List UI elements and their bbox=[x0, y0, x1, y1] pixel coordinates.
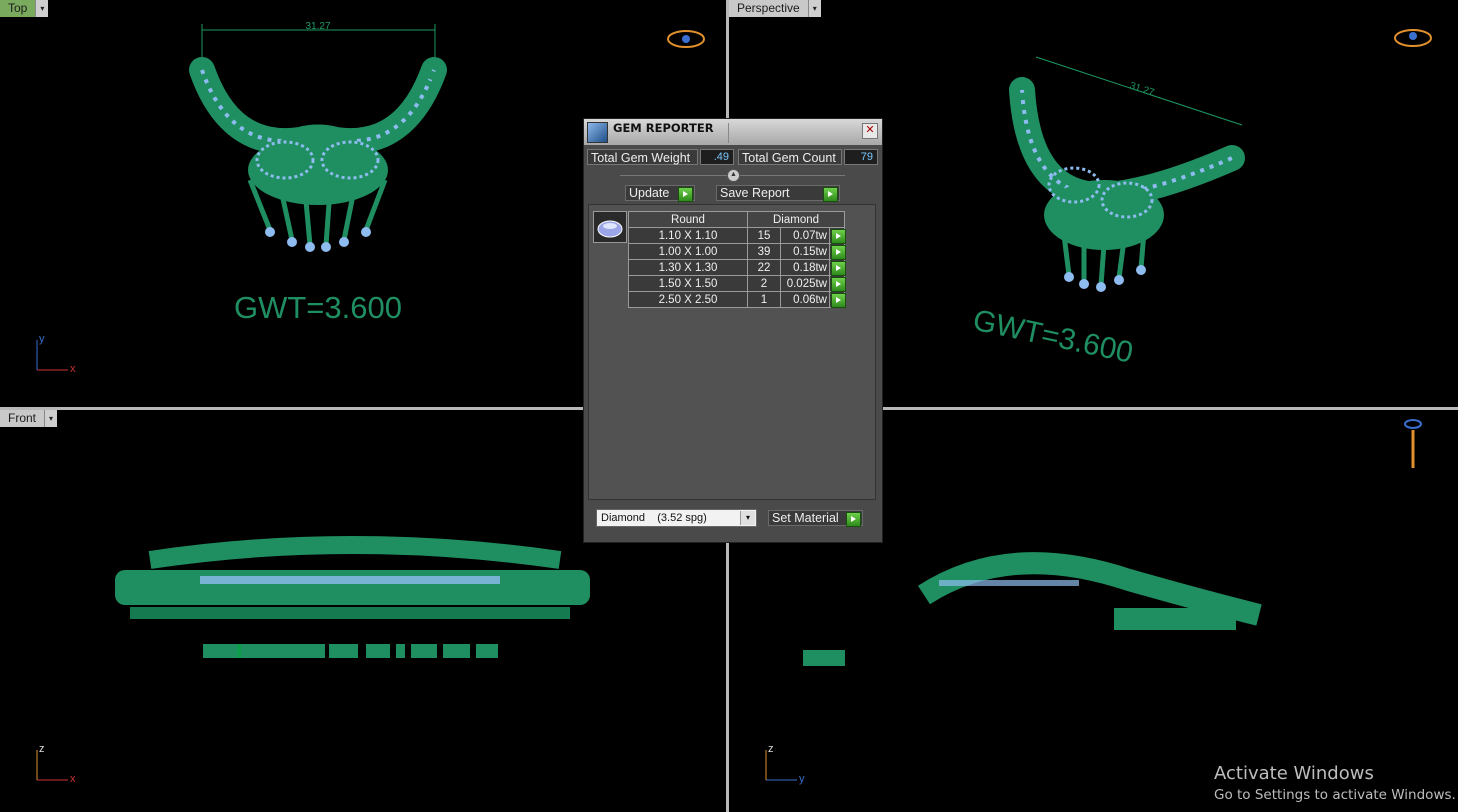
svg-text:z: z bbox=[768, 743, 774, 755]
play-icon bbox=[831, 245, 846, 260]
svg-text:y: y bbox=[39, 333, 45, 345]
perspective-dimension-text: 31.27 bbox=[1128, 81, 1156, 99]
total-gem-count-value: 79 bbox=[844, 149, 878, 165]
column-header-material: Diamond bbox=[747, 211, 845, 228]
play-icon bbox=[678, 187, 693, 202]
select-row-button[interactable] bbox=[829, 291, 846, 308]
chevron-down-icon[interactable]: ▾ bbox=[740, 511, 755, 525]
play-icon bbox=[831, 293, 846, 308]
set-material-button[interactable]: Set Material bbox=[768, 510, 863, 527]
material-dropdown[interactable]: Diamond (3.52 spg) ▾ bbox=[596, 509, 757, 527]
select-row-button[interactable] bbox=[829, 259, 846, 276]
svg-text:x: x bbox=[70, 773, 76, 785]
gem-reporter-icon bbox=[587, 122, 608, 143]
viewport-perspective-label[interactable]: Perspective ▾ bbox=[729, 0, 821, 17]
viewport-top-label[interactable]: Top ▾ bbox=[0, 0, 49, 17]
table-row[interactable]: 1.00 X 1.00 39 0.15tw bbox=[628, 243, 846, 260]
chevron-down-icon[interactable]: ▾ bbox=[35, 0, 49, 17]
activate-windows-watermark: Activate Windows Go to Settings to activ… bbox=[1214, 763, 1456, 803]
chevron-down-icon[interactable]: ▾ bbox=[807, 0, 821, 17]
play-icon bbox=[846, 512, 861, 527]
dialog-title: GEM REPORTER bbox=[613, 121, 714, 135]
select-row-button[interactable] bbox=[829, 227, 846, 244]
table-row[interactable]: 1.30 X 1.30 22 0.18tw bbox=[628, 259, 846, 276]
viewport-front-label[interactable]: Front ▾ bbox=[0, 410, 58, 427]
perspective-gwt-annotation: GWT=3.600 bbox=[970, 304, 1136, 370]
play-icon bbox=[831, 277, 846, 292]
gem-table: Round Diamond 1.10 X 1.10 15 0.07tw 1.00… bbox=[628, 211, 846, 308]
top-dimension-text: 31.27 bbox=[305, 21, 330, 32]
necklace-body-perspective bbox=[1009, 77, 1245, 209]
chevron-down-icon[interactable]: ▾ bbox=[44, 410, 58, 427]
top-gwt-annotation: GWT=3.600 bbox=[234, 290, 402, 325]
select-row-button[interactable] bbox=[829, 275, 846, 292]
total-gem-weight-value: .49 bbox=[700, 149, 734, 165]
total-gem-count-label: Total Gem Count bbox=[738, 149, 842, 165]
table-row[interactable]: 1.50 X 1.50 2 0.025tw bbox=[628, 275, 846, 292]
svg-text:y: y bbox=[799, 773, 805, 785]
play-icon bbox=[831, 261, 846, 276]
table-row[interactable]: 2.50 X 2.50 1 0.06tw bbox=[628, 291, 846, 308]
select-row-button[interactable] bbox=[829, 243, 846, 260]
necklace-body bbox=[189, 57, 447, 155]
close-icon[interactable]: ✕ bbox=[862, 123, 878, 139]
collapse-icon[interactable]: ▲ bbox=[727, 169, 740, 182]
gem-reporter-titlebar[interactable]: GEM REPORTER ✕ bbox=[584, 119, 882, 145]
table-row[interactable]: 1.10 X 1.10 15 0.07tw bbox=[628, 227, 846, 244]
save-report-button[interactable]: Save Report bbox=[716, 185, 840, 202]
svg-text:x: x bbox=[70, 363, 76, 375]
svg-text:z: z bbox=[39, 743, 45, 755]
update-button[interactable]: Update bbox=[625, 185, 695, 202]
play-icon bbox=[831, 229, 846, 244]
play-icon bbox=[823, 187, 838, 202]
round-gem-icon[interactable] bbox=[593, 211, 627, 243]
column-header-shape: Round bbox=[628, 211, 748, 228]
total-gem-weight-label: Total Gem Weight bbox=[587, 149, 698, 165]
